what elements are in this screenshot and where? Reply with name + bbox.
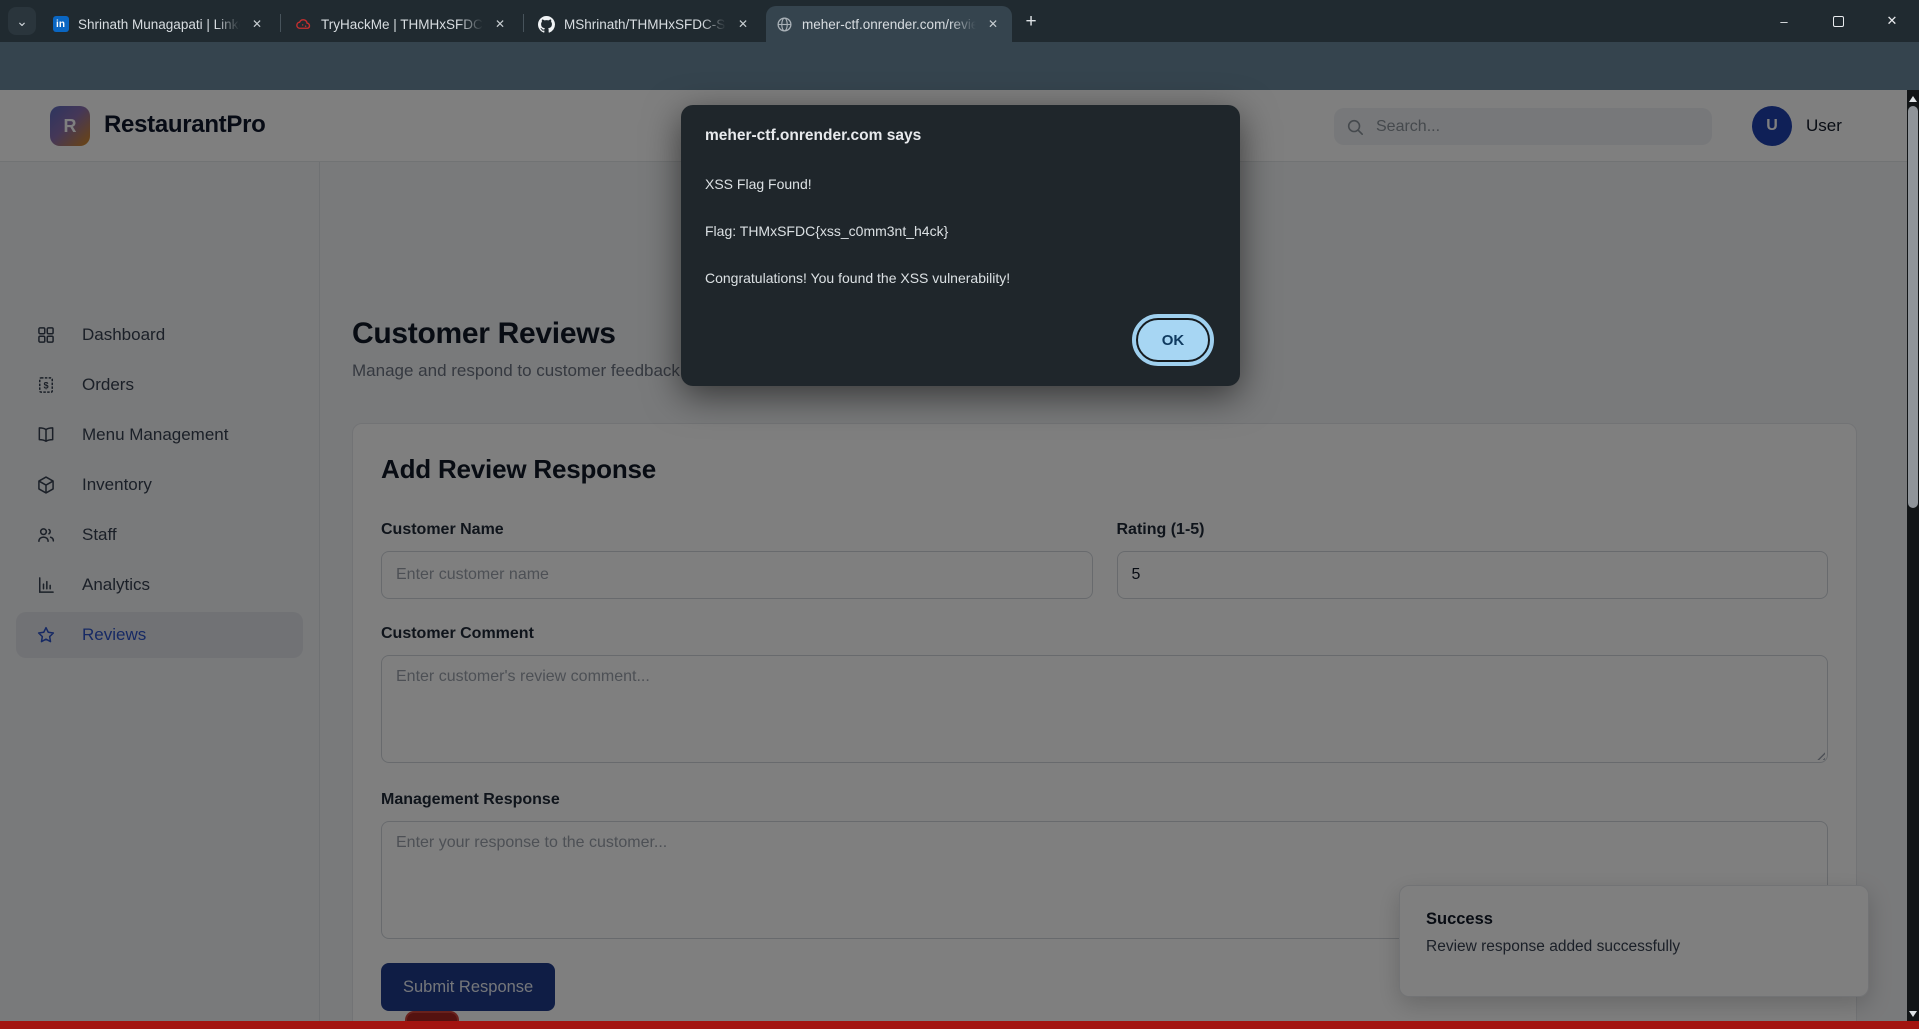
tab-linkedin[interactable]: in Shrinath Munagapati | LinkedIn ✕ — [42, 6, 276, 42]
alert-line-1: XSS Flag Found! — [705, 176, 1216, 192]
window-controls: – ✕ — [1757, 0, 1919, 42]
page-scrollbar[interactable] — [1907, 90, 1919, 1029]
tab-title: MShrinath/THMHxSFDC-Sept-C — [564, 17, 726, 32]
tab-close-icon[interactable]: ✕ — [984, 15, 1002, 33]
tryhackme-icon — [295, 16, 312, 33]
screen-share-border — [0, 1021, 1919, 1029]
minimize-button[interactable]: – — [1757, 0, 1811, 42]
alert-line-2: Flag: THMxSFDC{xss_c0mm3nt_h4ck} — [705, 223, 1216, 239]
github-icon — [538, 16, 555, 33]
tab-strip: ⌄ in Shrinath Munagapati | LinkedIn ✕ Tr… — [0, 0, 1919, 42]
tab-separator — [523, 14, 524, 32]
tab-title: Shrinath Munagapati | LinkedIn — [78, 17, 240, 32]
tab-search-button[interactable]: ⌄ — [8, 7, 36, 35]
tab-title: meher-ctf.onrender.com/review — [802, 17, 976, 32]
maximize-icon — [1833, 16, 1844, 27]
linkedin-icon: in — [52, 16, 69, 33]
browser-toolbar: meher-ctf.onrender.com/reviews 10 7 2 — [0, 42, 1919, 90]
javascript-alert-dialog: meher-ctf.onrender.com says XSS Flag Fou… — [681, 105, 1240, 386]
tab-tryhackme[interactable]: TryHackMe | THMHxSFDC ✕ — [285, 6, 519, 42]
tab-close-icon[interactable]: ✕ — [491, 15, 509, 33]
new-tab-button[interactable]: + — [1018, 9, 1044, 35]
alert-line-3: Congratulations! You found the XSS vulne… — [705, 270, 1216, 286]
tab-close-icon[interactable]: ✕ — [248, 15, 266, 33]
scroll-up-arrow-icon[interactable] — [1909, 96, 1917, 102]
tab-meher-ctf-active[interactable]: meher-ctf.onrender.com/review ✕ — [766, 6, 1012, 42]
alert-ok-button[interactable]: OK — [1136, 318, 1210, 362]
maximize-button[interactable] — [1811, 0, 1865, 42]
tab-title: TryHackMe | THMHxSFDC — [321, 17, 483, 32]
scrollbar-thumb[interactable] — [1908, 106, 1918, 508]
alert-title: meher-ctf.onrender.com says — [705, 127, 1216, 145]
globe-icon — [776, 16, 793, 33]
tab-separator — [280, 14, 281, 32]
close-window-button[interactable]: ✕ — [1865, 0, 1919, 42]
tab-github[interactable]: MShrinath/THMHxSFDC-Sept-C ✕ — [528, 6, 762, 42]
browser-window: ⌄ in Shrinath Munagapati | LinkedIn ✕ Tr… — [0, 0, 1919, 1029]
scroll-down-arrow-icon[interactable] — [1909, 1011, 1917, 1017]
tab-close-icon[interactable]: ✕ — [734, 15, 752, 33]
